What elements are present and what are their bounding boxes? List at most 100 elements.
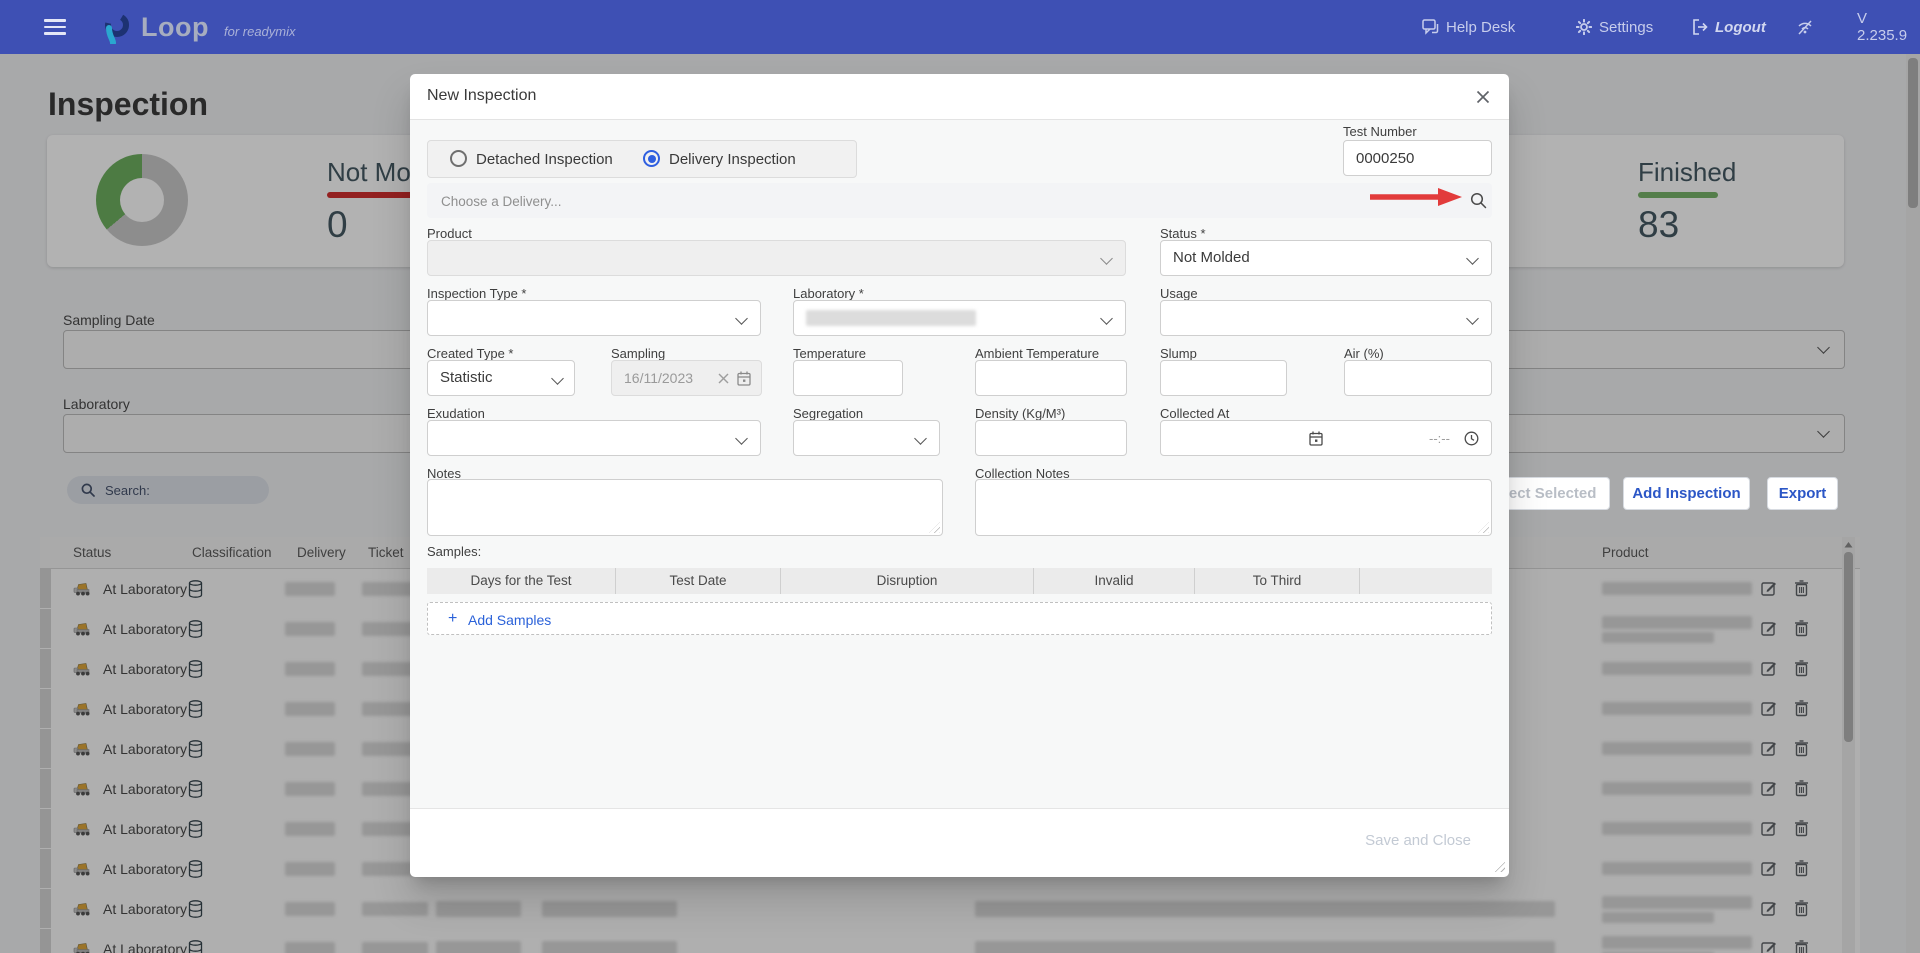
sampling-date-input[interactable]: 16/11/2023 [611,360,762,396]
logout-button[interactable]: Logout [1692,0,1766,54]
samples-col-days: Days for the Test [427,568,616,594]
temperature-input[interactable] [793,360,903,396]
inspection-type-label: Inspection Type * [427,286,527,301]
delivery-search-input[interactable] [439,183,1423,220]
save-and-close-button[interactable]: Save and Close [1359,831,1477,850]
help-desk-button[interactable]: Help Desk [1422,0,1515,54]
status-value: Not Molded [1173,249,1250,266]
segregation-label: Segregation [793,406,863,421]
loop-logo-icon [100,10,134,44]
app-version: V 2.235.9 [1857,0,1920,54]
help-desk-icon [1422,19,1439,35]
ambient-temperature-input[interactable] [975,360,1127,396]
calendar-icon[interactable] [737,371,751,386]
collected-at-input[interactable]: --:-- [1160,420,1492,456]
menu-icon[interactable] [44,19,66,35]
chevron-down-icon [735,432,748,445]
modal-footer: Save and Close [410,808,1509,877]
chevron-down-icon [914,432,927,445]
samples-table-header: Days for the Test Test Date Disruption I… [427,568,1492,594]
clear-icon[interactable] [718,373,729,384]
add-samples-label: Add Samples [468,612,551,628]
chevron-down-icon [1466,252,1479,265]
radio-detached-label[interactable]: Detached Inspection [476,151,613,168]
add-inspection-button[interactable]: Add Inspection [1623,477,1750,510]
density-label: Density (Kg/M³) [975,406,1065,421]
chevron-down-icon [1100,312,1113,325]
app-logo[interactable]: Loop for readymix [100,0,296,54]
samples-col-disruption: Disruption [781,568,1034,594]
samples-col-empty [1360,568,1492,594]
laboratory-label: Laboratory * [793,286,864,301]
resize-grip-icon[interactable] [1478,522,1489,533]
logout-label: Logout [1715,19,1766,36]
samples-col-test-date: Test Date [616,568,781,594]
app-root: Inspection Not Molded 0 Finished 83 Samp… [0,0,1920,953]
laboratory-select[interactable] [793,300,1126,336]
gear-icon [1576,19,1592,35]
segregation-select[interactable] [793,420,940,456]
chevron-down-icon [735,312,748,325]
created-type-select[interactable]: Statistic [427,360,575,396]
resize-grip-icon[interactable] [929,522,940,533]
product-select[interactable] [427,240,1126,276]
inspection-type-select[interactable] [427,300,761,336]
new-inspection-modal: New Inspection Detached Inspection Deliv… [410,74,1509,876]
test-number-label: Test Number [1343,124,1417,139]
usage-select[interactable] [1160,300,1492,336]
samples-col-invalid: Invalid [1034,568,1195,594]
created-type-label: Created Type * [427,346,513,361]
samples-col-to-third: To Third [1195,568,1360,594]
slump-label: Slump [1160,346,1197,361]
radio-delivery-inspection[interactable] [643,150,660,167]
annotation-arrow-icon [1368,186,1464,208]
sampling-date-value: 16/11/2023 [624,370,693,386]
radio-detached-inspection[interactable] [450,150,467,167]
modal-title: New Inspection [427,87,536,105]
logo-subtitle: for readymix [224,24,296,39]
samples-label: Samples: [427,544,481,559]
search-icon[interactable] [1470,192,1487,209]
logout-icon [1692,19,1708,35]
chevron-down-icon [551,372,564,385]
modal-body-background [410,119,1509,809]
settings-label: Settings [1599,19,1653,36]
air-label: Air (%) [1344,346,1384,361]
slump-input[interactable] [1160,360,1287,396]
export-button[interactable]: Export [1767,477,1838,510]
temperature-label: Temperature [793,346,866,361]
created-type-value: Statistic [440,369,493,386]
collected-at-label: Collected At [1160,406,1229,421]
chevron-down-icon [1100,252,1113,265]
status-select[interactable]: Not Molded [1160,240,1492,276]
add-samples-button[interactable]: + Add Samples [427,602,1492,635]
ambient-temperature-label: Ambient Temperature [975,346,1099,361]
usage-label: Usage [1160,286,1198,301]
close-icon[interactable] [1476,90,1490,104]
app-header: Loop for readymix Help Desk Settings [0,0,1920,54]
exudation-label: Exudation [427,406,485,421]
product-label: Product [427,226,472,241]
collected-time-placeholder: --:-- [1429,431,1450,446]
calendar-icon[interactable] [1309,431,1323,446]
chevron-down-icon [1466,312,1479,325]
laboratory-value-redacted [806,310,976,326]
logo-text: Loop [141,12,209,43]
radio-delivery-label[interactable]: Delivery Inspection [669,151,796,168]
connection-off-icon [1796,19,1814,36]
sampling-label: Sampling [611,346,665,361]
settings-button[interactable]: Settings [1576,0,1653,54]
plus-icon: + [448,610,457,628]
status-label: Status * [1160,226,1206,241]
notes-textarea[interactable] [427,479,943,536]
clock-icon[interactable] [1464,431,1479,446]
help-desk-label: Help Desk [1446,19,1515,36]
exudation-select[interactable] [427,420,761,456]
inspection-type-radio-group: Detached Inspection Delivery Inspection [427,140,857,178]
air-input[interactable] [1344,360,1492,396]
delivery-search-bar[interactable] [427,183,1492,218]
density-input[interactable] [975,420,1127,456]
connectivity-status[interactable] [1796,0,1814,54]
collection-notes-textarea[interactable] [975,479,1492,536]
test-number-input[interactable] [1343,140,1492,176]
